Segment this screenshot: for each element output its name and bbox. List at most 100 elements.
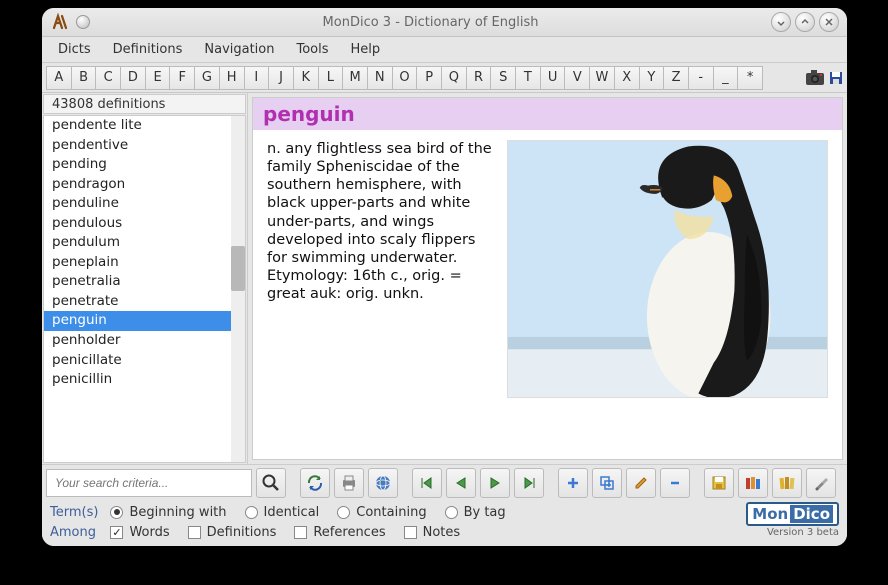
among-label: Among [50, 525, 98, 540]
terms-label: Term(s) [50, 505, 98, 520]
etymology-text: Etymology: 16th c., orig. = great auk: o… [267, 268, 462, 302]
search-input[interactable] [46, 469, 252, 497]
add-button[interactable] [558, 468, 588, 498]
alpha-btn-n[interactable]: N [367, 66, 393, 90]
print-button[interactable] [334, 468, 364, 498]
radio-identical[interactable]: Identical [245, 505, 320, 520]
edit-button[interactable] [626, 468, 656, 498]
scrollbar-thumb[interactable] [231, 246, 245, 291]
duplicate-button[interactable] [592, 468, 622, 498]
word-item[interactable]: pendragon [44, 175, 245, 195]
alpha-btn-s[interactable]: S [490, 66, 516, 90]
nav-first-button[interactable] [412, 468, 442, 498]
word-item[interactable]: pendentive [44, 136, 245, 156]
word-item[interactable]: pendulum [44, 233, 245, 253]
alpha-btn-b[interactable]: B [71, 66, 97, 90]
menu-navigation[interactable]: Navigation [194, 39, 284, 60]
alpha-btn-w[interactable]: W [589, 66, 615, 90]
menu-definitions[interactable]: Definitions [103, 39, 193, 60]
scrollbar[interactable] [231, 116, 245, 462]
alpha-btn-f[interactable]: F [169, 66, 195, 90]
maximize-button[interactable] [795, 12, 815, 32]
alpha-btn-h[interactable]: H [219, 66, 245, 90]
alpha-btn-*[interactable]: * [737, 66, 763, 90]
check-definitions[interactable]: Definitions [188, 525, 277, 540]
radio-beginning-with[interactable]: Beginning with [110, 505, 226, 520]
menu-dicts[interactable]: Dicts [48, 39, 101, 60]
word-item[interactable]: penholder [44, 331, 245, 351]
window-title: MonDico 3 - Dictionary of English [90, 15, 771, 30]
alpha-btn-t[interactable]: T [515, 66, 541, 90]
definition-text: n. any flightless sea bird of the family… [267, 140, 497, 398]
word-item[interactable]: penguin [44, 311, 245, 331]
alpha-btn-a[interactable]: A [46, 66, 72, 90]
alpha-btn-k[interactable]: K [293, 66, 319, 90]
alpha-btn-_[interactable]: _ [713, 66, 739, 90]
save-button[interactable] [704, 468, 734, 498]
app-icon [50, 12, 70, 32]
alpha-btn-r[interactable]: R [466, 66, 492, 90]
word-item[interactable]: penduline [44, 194, 245, 214]
alpha-btn-g[interactable]: G [194, 66, 220, 90]
sidebar: 43808 definitions pendente litependentiv… [42, 93, 248, 464]
word-item[interactable]: pendulous [44, 214, 245, 234]
search-button[interactable] [256, 468, 286, 498]
word-item[interactable]: penetrate [44, 292, 245, 312]
titlebar[interactable]: MonDico 3 - Dictionary of English [42, 8, 847, 37]
word-item[interactable]: pendente lite [44, 116, 245, 136]
radio-containing[interactable]: Containing [337, 505, 426, 520]
alpha-btn-d[interactable]: D [120, 66, 146, 90]
alpha-btn-c[interactable]: C [95, 66, 121, 90]
alpha-btn-v[interactable]: V [564, 66, 590, 90]
alpha-btn-z[interactable]: Z [663, 66, 689, 90]
alpha-btn--[interactable]: - [688, 66, 714, 90]
radio-icon [445, 506, 458, 519]
menubar: Dicts Definitions Navigation Tools Help [42, 37, 847, 63]
alpha-btn-j[interactable]: J [268, 66, 294, 90]
content-pane: penguin n. any flightless sea bird of th… [248, 93, 847, 464]
word-item[interactable]: penicillin [44, 370, 245, 390]
alpha-btn-q[interactable]: Q [441, 66, 467, 90]
alpha-btn-u[interactable]: U [540, 66, 566, 90]
radio-by-tag[interactable]: By tag [445, 505, 506, 520]
checkbox-icon [404, 526, 417, 539]
alpha-btn-x[interactable]: X [614, 66, 640, 90]
nav-next-button[interactable] [480, 468, 510, 498]
alpha-btn-o[interactable]: O [392, 66, 418, 90]
alpha-btn-y[interactable]: Y [639, 66, 665, 90]
word-list[interactable]: pendente litependentivependingpendragonp… [43, 115, 246, 463]
minimize-button[interactable] [771, 12, 791, 32]
library-button[interactable] [738, 468, 768, 498]
nav-prev-button[interactable] [446, 468, 476, 498]
globe-button[interactable] [368, 468, 398, 498]
options-bar: Term(s) Among Beginning with Identical Con… [42, 500, 847, 546]
close-button[interactable] [819, 12, 839, 32]
entry-image [507, 140, 828, 398]
definition-count: 43808 definitions [43, 94, 246, 114]
word-item[interactable]: peneplain [44, 253, 245, 273]
check-references[interactable]: References [294, 525, 385, 540]
alpha-btn-i[interactable]: I [244, 66, 270, 90]
camera-icon[interactable] [803, 66, 829, 90]
alpha-btn-e[interactable]: E [145, 66, 171, 90]
check-words[interactable]: Words [110, 525, 169, 540]
alpha-btn-p[interactable]: P [416, 66, 442, 90]
nav-last-button[interactable] [514, 468, 544, 498]
definition-panel: penguin n. any flightless sea bird of th… [252, 97, 843, 460]
checkbox-icon [294, 526, 307, 539]
word-item[interactable]: penetralia [44, 272, 245, 292]
word-item[interactable]: penicillate [44, 351, 245, 371]
remove-button[interactable] [660, 468, 690, 498]
alpha-btn-m[interactable]: M [342, 66, 368, 90]
books-button[interactable] [772, 468, 802, 498]
settings-button[interactable] [806, 468, 836, 498]
menu-tools[interactable]: Tools [287, 39, 339, 60]
word-item[interactable]: pending [44, 155, 245, 175]
check-notes[interactable]: Notes [404, 525, 461, 540]
titlebar-extra-icon [76, 15, 90, 29]
alpha-btn-l[interactable]: L [318, 66, 344, 90]
save-icon[interactable] [829, 71, 843, 85]
menu-help[interactable]: Help [341, 39, 391, 60]
app-window: MonDico 3 - Dictionary of English Dicts … [42, 8, 847, 546]
refresh-button[interactable] [300, 468, 330, 498]
